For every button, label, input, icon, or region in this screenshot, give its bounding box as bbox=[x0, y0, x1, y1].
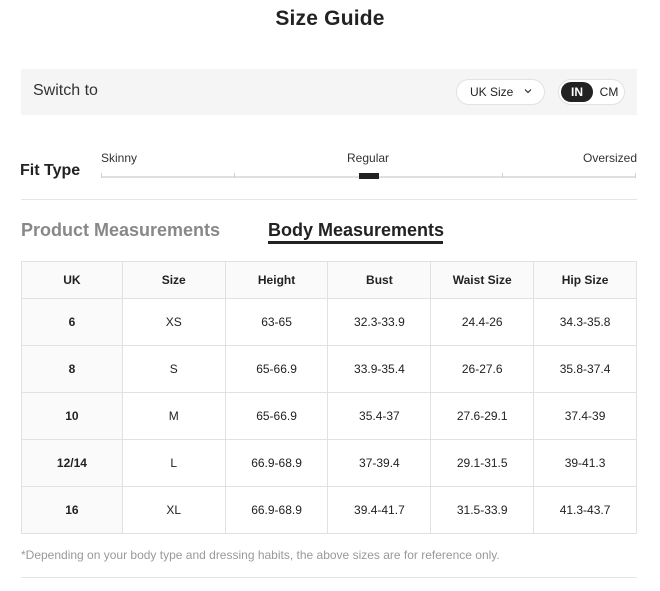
cell-waist: 24.4-26 bbox=[430, 298, 535, 346]
table-row: 10 M 65-66.9 35.4-37 27.6-29.1 37.4-39 bbox=[21, 392, 637, 440]
bottom-divider bbox=[21, 577, 637, 578]
cell-uk: 16 bbox=[21, 486, 123, 534]
cell-waist: 31.5-33.9 bbox=[430, 486, 535, 534]
table-row: 12/14 L 66.9-68.9 37-39.4 29.1-31.5 39-4… bbox=[21, 439, 637, 487]
cell-bust: 39.4-41.7 bbox=[327, 486, 432, 534]
unit-in-button[interactable]: IN bbox=[561, 82, 593, 102]
active-tab-indicator bbox=[268, 241, 443, 244]
header-bust: Bust bbox=[327, 261, 432, 299]
cell-size: XL bbox=[121, 486, 226, 534]
cell-hip: 41.3-43.7 bbox=[533, 486, 637, 534]
table-row: 6 XS 63-65 32.3-33.9 24.4-26 34.3-35.8 bbox=[21, 298, 637, 346]
cell-height: 66.9-68.9 bbox=[224, 486, 329, 534]
cell-size: S bbox=[121, 345, 226, 393]
tab-product-measurements[interactable]: Product Measurements bbox=[21, 220, 220, 241]
header-waist-size: Waist Size bbox=[430, 261, 535, 299]
cell-height: 65-66.9 bbox=[224, 392, 329, 440]
header-uk: UK bbox=[21, 261, 123, 299]
cell-height: 63-65 bbox=[224, 298, 329, 346]
section-divider bbox=[21, 199, 637, 200]
cell-hip: 34.3-35.8 bbox=[533, 298, 637, 346]
cell-uk: 8 bbox=[21, 345, 123, 393]
cell-bust: 37-39.4 bbox=[327, 439, 432, 487]
fit-scale-tick bbox=[101, 173, 102, 178]
table-row: 16 XL 66.9-68.9 39.4-41.7 31.5-33.9 41.3… bbox=[21, 486, 637, 534]
cell-waist: 26-27.6 bbox=[430, 345, 535, 393]
cell-bust: 35.4-37 bbox=[327, 392, 432, 440]
cell-height: 66.9-68.9 bbox=[224, 439, 329, 487]
cell-uk: 6 bbox=[21, 298, 123, 346]
cell-bust: 32.3-33.9 bbox=[327, 298, 432, 346]
cell-waist: 29.1-31.5 bbox=[430, 439, 535, 487]
unit-cm-button[interactable]: CM bbox=[596, 82, 622, 102]
table-header-row: UK Size Height Bust Waist Size Hip Size bbox=[21, 261, 637, 299]
tab-body-measurements[interactable]: Body Measurements bbox=[268, 220, 444, 241]
header-size: Size bbox=[121, 261, 226, 299]
cell-hip: 35.8-37.4 bbox=[533, 345, 637, 393]
fit-scale-marker bbox=[359, 173, 379, 179]
fit-option-oversized: Oversized bbox=[583, 151, 638, 165]
cell-hip: 39-41.3 bbox=[533, 439, 637, 487]
chevron-down-icon bbox=[524, 89, 532, 94]
fit-type-label: Fit Type bbox=[20, 162, 81, 179]
footnote: *Depending on your body type and dressin… bbox=[21, 548, 500, 562]
size-system-value: UK Size bbox=[470, 85, 514, 99]
cell-hip: 37.4-39 bbox=[533, 392, 637, 440]
header-hip-size: Hip Size bbox=[533, 261, 637, 299]
cell-height: 65-66.9 bbox=[224, 345, 329, 393]
page-title: Size Guide bbox=[275, 7, 385, 30]
unit-toggle: IN CM bbox=[558, 79, 625, 105]
cell-size: M bbox=[121, 392, 226, 440]
cell-size: XS bbox=[121, 298, 226, 346]
cell-size: L bbox=[121, 439, 226, 487]
cell-uk: 10 bbox=[21, 392, 123, 440]
fit-scale-tick bbox=[635, 173, 636, 178]
cell-bust: 33.9-35.4 bbox=[327, 345, 432, 393]
fit-scale-tick bbox=[502, 173, 503, 178]
fit-option-skinny: Skinny bbox=[101, 151, 138, 165]
size-table: UK Size Height Bust Waist Size Hip Size … bbox=[21, 261, 637, 534]
header-height: Height bbox=[224, 261, 329, 299]
cell-waist: 27.6-29.1 bbox=[430, 392, 535, 440]
size-system-select[interactable]: UK Size bbox=[456, 79, 545, 105]
switch-bar: Switch to UK Size IN CM bbox=[21, 69, 637, 115]
table-row: 8 S 65-66.9 33.9-35.4 26-27.6 35.8-37.4 bbox=[21, 345, 637, 393]
switch-label: Switch to bbox=[33, 82, 98, 99]
fit-scale-tick bbox=[234, 173, 235, 178]
cell-uk: 12/14 bbox=[21, 439, 123, 487]
fit-option-regular: Regular bbox=[347, 151, 390, 165]
